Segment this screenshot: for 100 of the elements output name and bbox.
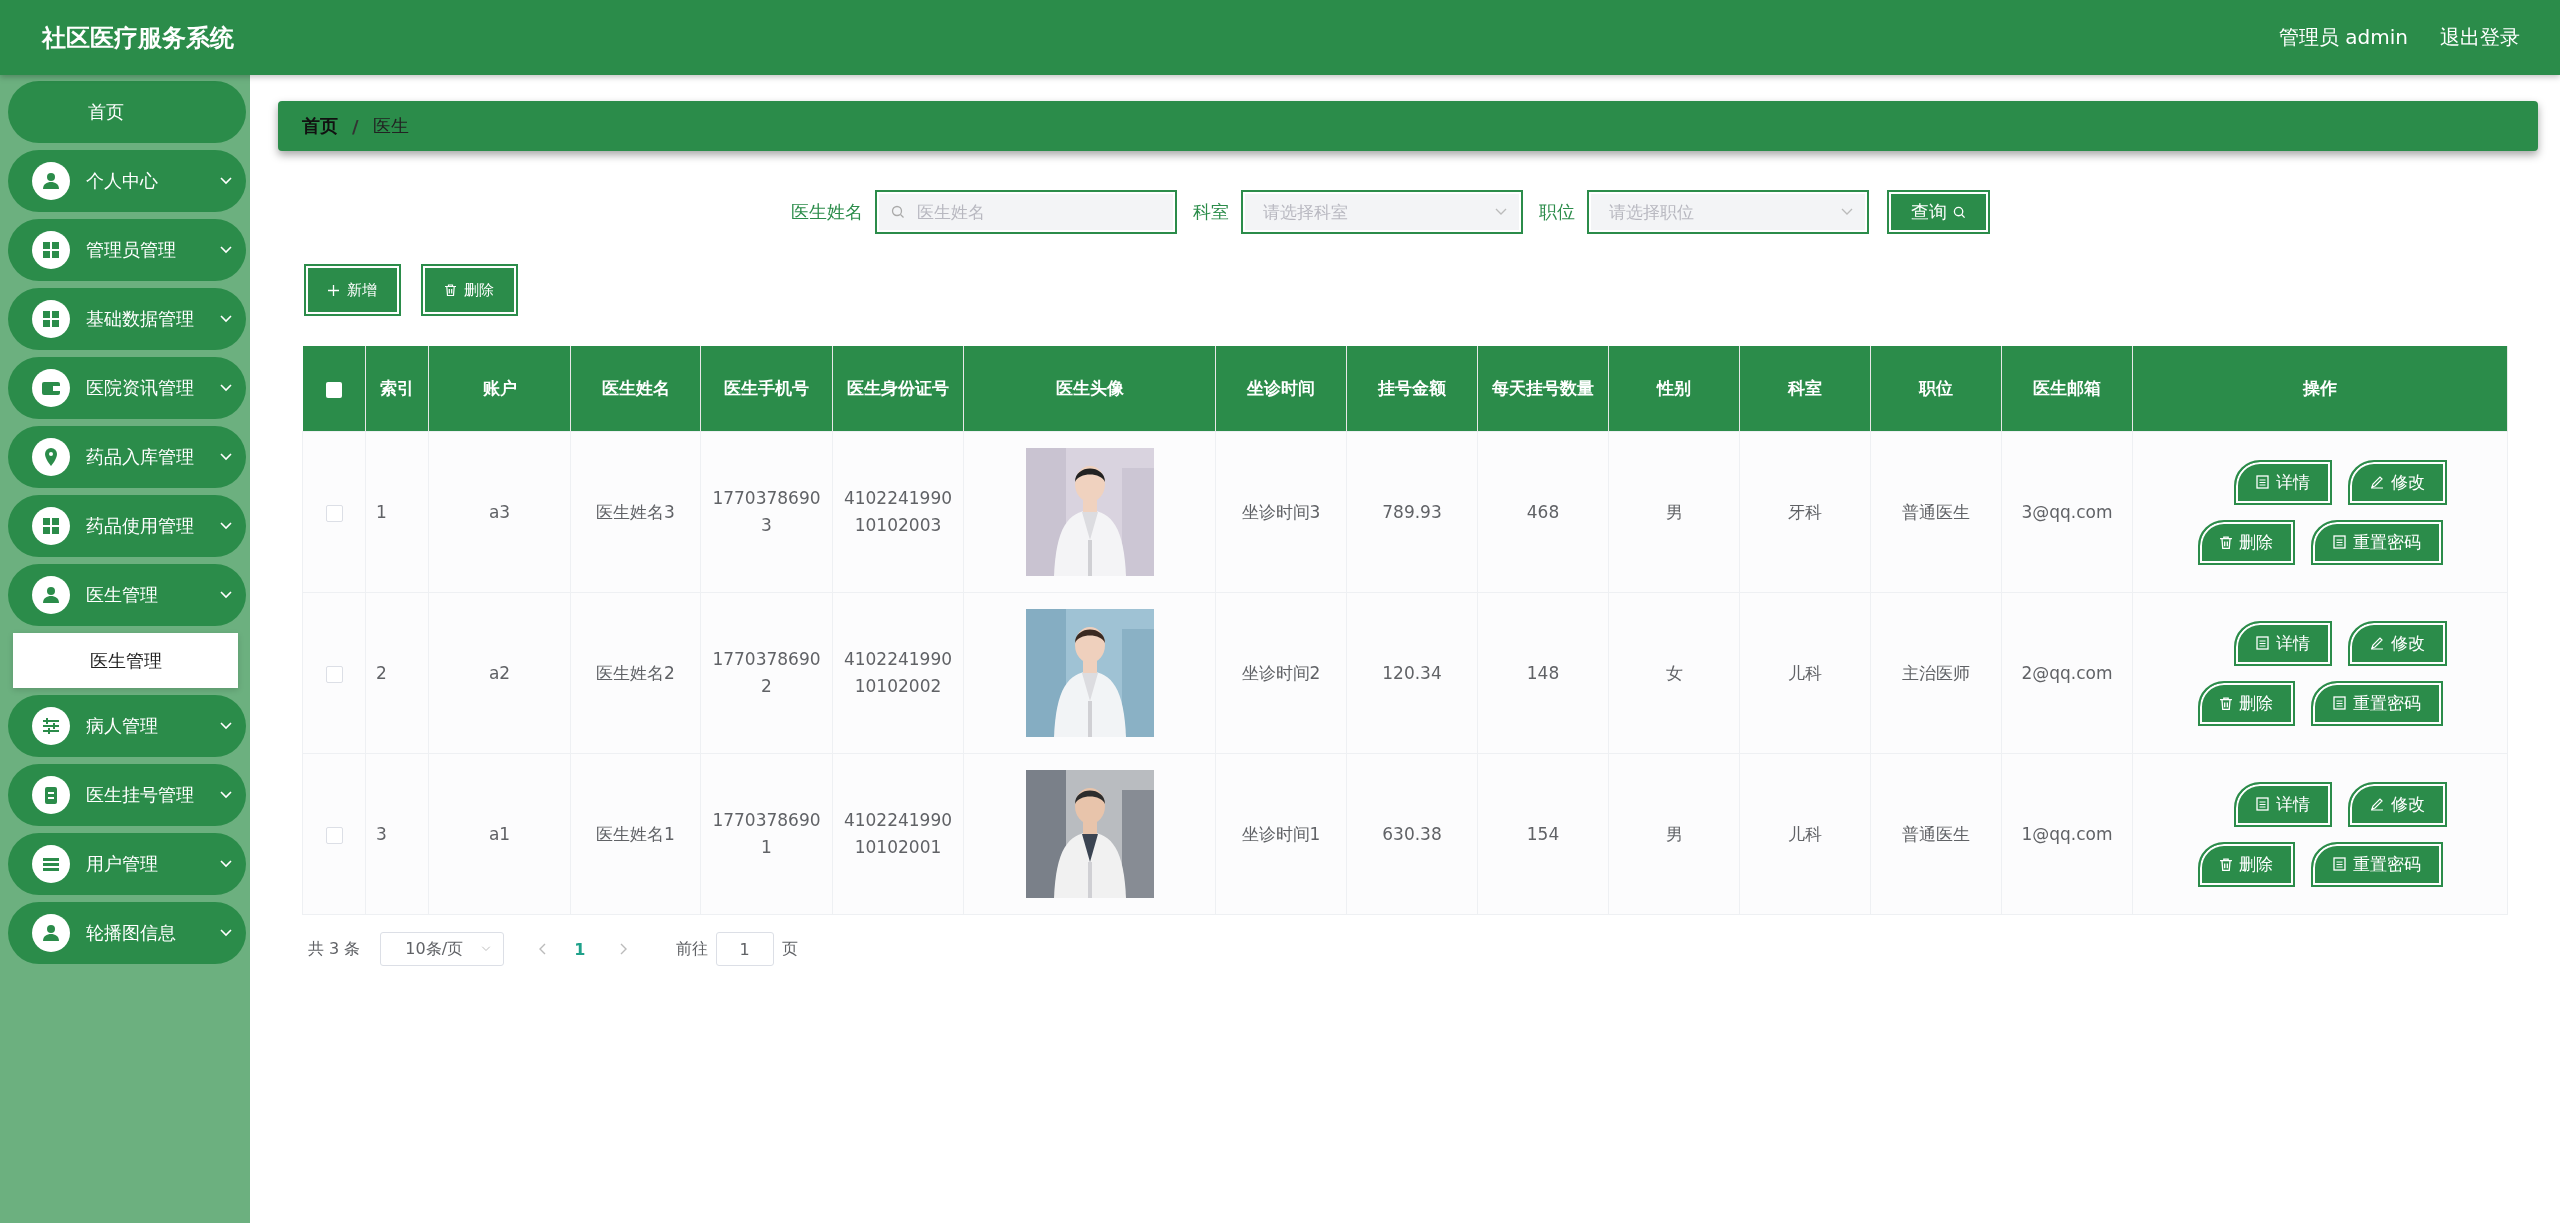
breadcrumb-current: 医生 — [372, 114, 409, 138]
table-cell: 牙科 — [1739, 431, 1871, 593]
table-cell: 坐诊时间2 — [1215, 592, 1347, 754]
action-button[interactable]: 详情 — [2233, 459, 2332, 505]
pencil-icon — [2369, 797, 2384, 811]
menu-icon — [32, 231, 70, 269]
trash-icon — [2219, 857, 2232, 871]
column-header: 每天挂号数量 — [1477, 346, 1609, 432]
menu-icon — [32, 914, 70, 952]
action-button[interactable]: 删除 — [2197, 519, 2295, 565]
action-button[interactable]: 重置密码 — [2310, 519, 2443, 565]
table-cell: 普通医生 — [1870, 431, 2002, 593]
pencil-icon — [2369, 475, 2384, 489]
menu-icon — [32, 507, 70, 545]
action-button[interactable]: 修改 — [2347, 459, 2447, 505]
row-checkbox[interactable] — [325, 826, 343, 844]
column-header: 索引 — [365, 346, 429, 432]
column-header: 操作 — [2132, 346, 2508, 432]
table-cell: 17703786901 — [700, 753, 833, 915]
page-size-select[interactable]: 10条/页 — [380, 932, 505, 966]
toolbar-button[interactable]: 删除 — [421, 264, 518, 316]
chevron-icon — [220, 522, 232, 530]
menu-item[interactable]: 个人中心 — [8, 150, 246, 212]
table-cell: 医生姓名2 — [570, 592, 701, 754]
logout-link[interactable]: 退出登录 — [2440, 24, 2520, 51]
action-button[interactable]: 详情 — [2233, 781, 2332, 827]
field-label: 科室 — [1192, 200, 1229, 224]
table-cell: 男 — [1608, 431, 1740, 593]
action-button[interactable]: 删除 — [2197, 680, 2295, 726]
menu-item[interactable]: 管理员管理 — [8, 219, 246, 281]
field-label: 职位 — [1538, 200, 1575, 224]
column-header: 医生手机号 — [700, 346, 833, 432]
menu-item[interactable]: 病人管理 — [8, 695, 246, 757]
document-icon — [2255, 636, 2269, 650]
action-button[interactable]: 详情 — [2233, 620, 2332, 666]
breadcrumb-link[interactable]: 首页 — [302, 114, 338, 138]
action-button[interactable]: 修改 — [2347, 781, 2447, 827]
table-cell: 154 — [1477, 753, 1609, 915]
select-field[interactable]: 请选择职位 — [1586, 190, 1869, 234]
next-page-icon[interactable] — [619, 943, 628, 955]
action-button[interactable]: 删除 — [2197, 841, 2295, 887]
table-cell: a2 — [428, 592, 571, 754]
menu-item[interactable]: 用户管理 — [8, 833, 246, 895]
table-cell: 410224199010102001 — [832, 753, 964, 915]
menu-item[interactable]: 药品使用管理 — [8, 495, 246, 557]
menu-item[interactable]: 医院资讯管理 — [8, 357, 246, 419]
table-cell: 410224199010102003 — [832, 431, 964, 593]
search-field[interactable]: 医生姓名 — [874, 190, 1177, 234]
menu-item[interactable]: 轮播图信息 — [8, 902, 246, 964]
previous-page-icon[interactable] — [538, 943, 547, 955]
action-button[interactable]: 重置密码 — [2310, 680, 2443, 726]
select-field[interactable]: 请选择科室 — [1240, 190, 1523, 234]
table-cell: 普通医生 — [1870, 753, 2002, 915]
goto-label: 前往 — [675, 938, 708, 960]
column-header: 坐诊时间 — [1215, 346, 1347, 432]
menu-item[interactable]: 药品入库管理 — [8, 426, 246, 488]
menu-item[interactable]: 首页 — [8, 81, 246, 143]
trash-icon — [2219, 535, 2232, 549]
page-input[interactable]: 1 — [715, 932, 774, 966]
chevron-icon — [220, 315, 232, 323]
action-button[interactable]: 重置密码 — [2310, 841, 2443, 887]
chevron-icon — [1840, 208, 1853, 216]
table-cell: 148 — [1477, 592, 1609, 754]
chevron-icon — [481, 946, 492, 952]
table-cell: 主治医师 — [1870, 592, 2002, 754]
table-cell: 男 — [1608, 753, 1740, 915]
row-checkbox[interactable] — [325, 504, 343, 522]
table-cell: 坐诊时间3 — [1215, 431, 1347, 593]
app-title: 社区医疗服务系统 — [42, 22, 234, 54]
table-cell: 468 — [1477, 431, 1609, 593]
menu-item[interactable]: 基础数据管理 — [8, 288, 246, 350]
table-cell: 3 — [365, 753, 429, 915]
toolbar-button[interactable]: 新增 — [304, 264, 401, 316]
page-number[interactable]: 1 — [574, 939, 586, 959]
chevron-icon — [220, 453, 232, 461]
document-icon — [2255, 797, 2269, 811]
table-cell: 17703786903 — [700, 431, 833, 593]
row-checkbox[interactable] — [325, 665, 343, 683]
action-button[interactable]: 修改 — [2347, 620, 2447, 666]
menu-icon — [32, 369, 70, 407]
menu-icon — [32, 576, 70, 614]
search-icon — [890, 205, 905, 219]
table-cell: 医生姓名3 — [570, 431, 701, 593]
pencil-icon — [2369, 636, 2384, 650]
menu-item[interactable]: 医生管理 — [8, 564, 246, 626]
chevron-icon — [220, 860, 232, 868]
user-label: 管理员 admin — [2278, 24, 2408, 51]
table-cell: 1 — [365, 431, 429, 593]
chevron-icon — [220, 384, 232, 392]
menu-icon — [32, 300, 70, 338]
breadcrumb-separator: / — [352, 115, 359, 137]
select-all-checkbox[interactable] — [325, 381, 342, 398]
submenu-item[interactable]: 医生管理 — [13, 633, 238, 688]
query-button[interactable]: 查询 — [1886, 190, 1990, 234]
table-cell: 医生姓名1 — [570, 753, 701, 915]
menu-item[interactable]: 医生挂号管理 — [8, 764, 246, 826]
document-icon — [2255, 475, 2269, 489]
menu-icon — [32, 845, 70, 883]
chevron-icon — [220, 722, 232, 730]
table-cell: 630.38 — [1346, 753, 1478, 915]
